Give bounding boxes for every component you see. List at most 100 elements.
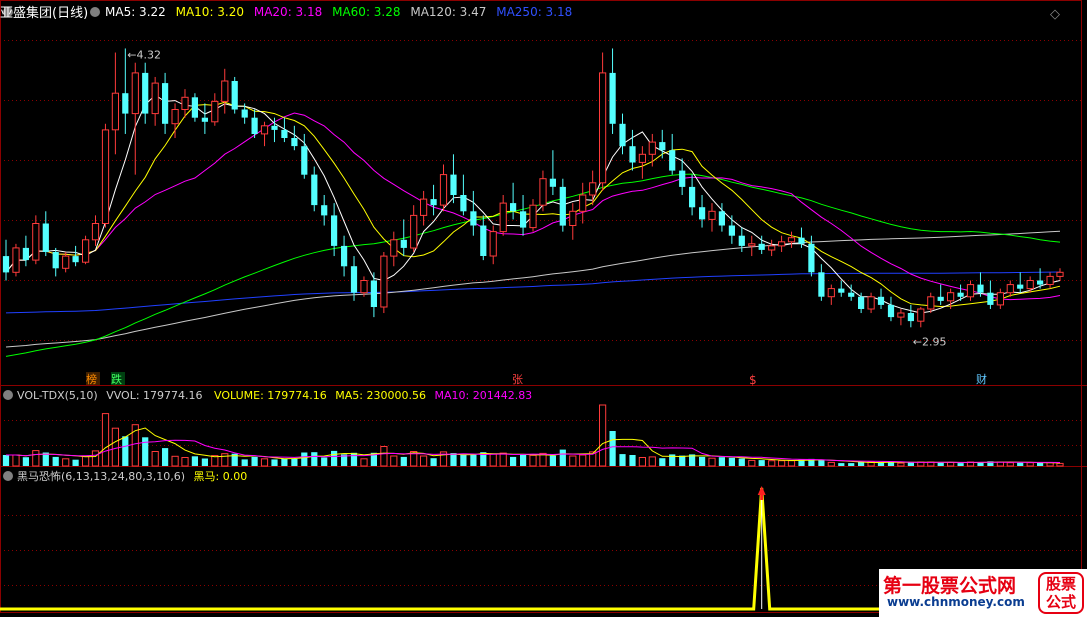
candle[interactable]: [260, 121, 269, 147]
volume-bar[interactable]: [360, 458, 368, 467]
candle[interactable]: [52, 247, 59, 277]
candle[interactable]: [529, 199, 537, 232]
volume-bar[interactable]: [1026, 462, 1034, 467]
candle[interactable]: [659, 129, 666, 159]
volume-bar[interactable]: [827, 461, 835, 467]
collapse-icon[interactable]: ◇: [1050, 7, 1060, 22]
volume-bar[interactable]: [331, 450, 338, 466]
volume-bar[interactable]: [708, 457, 716, 467]
candle[interactable]: [450, 154, 457, 204]
volume-bar[interactable]: [1006, 462, 1014, 467]
volume-bar[interactable]: [62, 458, 70, 467]
volume-bar[interactable]: [260, 458, 269, 467]
volume-bar[interactable]: [897, 462, 905, 467]
volume-bar[interactable]: [499, 452, 507, 467]
volume-bar[interactable]: [430, 458, 437, 466]
candle[interactable]: [689, 174, 696, 216]
volume-bar[interactable]: [937, 462, 944, 466]
candle[interactable]: [480, 215, 487, 261]
volume-bar[interactable]: [2, 455, 10, 466]
candle[interactable]: [91, 215, 100, 246]
candle[interactable]: [559, 178, 566, 232]
candle[interactable]: [887, 296, 895, 322]
volume-bar[interactable]: [52, 456, 59, 466]
candle[interactable]: [420, 190, 428, 226]
candle[interactable]: [380, 251, 388, 314]
candle[interactable]: [470, 190, 477, 236]
stock-chart[interactable]: 亚盛集团(日线) MA5: 3.22 MA10: 3.20 MA20: 3.18…: [0, 0, 1087, 617]
event-tag-dollar[interactable]: $: [749, 373, 757, 387]
candle[interactable]: [539, 170, 547, 212]
volume-bar[interactable]: [251, 456, 258, 466]
volume-bar[interactable]: [718, 457, 725, 466]
candle[interactable]: [460, 174, 467, 216]
candle[interactable]: [897, 308, 905, 326]
event-tag-cai[interactable]: 财: [976, 372, 987, 386]
volume-bar[interactable]: [241, 459, 248, 466]
volume-bar[interactable]: [191, 456, 198, 466]
candle[interactable]: [131, 62, 139, 175]
candle[interactable]: [748, 235, 756, 257]
volume-bar[interactable]: [400, 456, 407, 466]
volume-bar[interactable]: [838, 463, 845, 466]
candle[interactable]: [162, 72, 169, 134]
volume-bar[interactable]: [549, 455, 556, 466]
candle[interactable]: [708, 203, 716, 232]
volume-bar[interactable]: [520, 455, 527, 466]
volume-bar[interactable]: [450, 453, 457, 466]
candle[interactable]: [609, 48, 616, 134]
candle[interactable]: [22, 235, 29, 267]
candle[interactable]: [62, 251, 70, 273]
candle[interactable]: [311, 166, 318, 212]
volume-bar[interactable]: [579, 454, 587, 467]
candle[interactable]: [619, 113, 626, 155]
candle[interactable]: [510, 182, 517, 220]
candle[interactable]: [827, 284, 835, 305]
volume-bar[interactable]: [380, 446, 388, 467]
candle[interactable]: [321, 195, 328, 226]
volume-bar[interactable]: [1017, 462, 1024, 466]
candle[interactable]: [638, 146, 646, 179]
volume-bar[interactable]: [91, 450, 100, 467]
volume-bar[interactable]: [629, 455, 636, 466]
candle[interactable]: [201, 103, 208, 134]
volume-bar[interactable]: [420, 455, 428, 467]
event-tag-die[interactable]: 跌: [111, 372, 122, 386]
heima-panel-menu-icon[interactable]: [3, 471, 13, 481]
candle[interactable]: [32, 215, 40, 265]
volume-bar[interactable]: [151, 451, 159, 467]
candle[interactable]: [101, 123, 110, 228]
volume-bar[interactable]: [659, 458, 666, 466]
volume-bar[interactable]: [489, 453, 497, 467]
volume-bar[interactable]: [291, 458, 298, 466]
volume-bar[interactable]: [559, 449, 566, 466]
candle[interactable]: [82, 235, 90, 265]
volume-bar[interactable]: [947, 461, 955, 467]
volume-bar[interactable]: [12, 454, 20, 467]
candle[interactable]: [907, 304, 914, 328]
candle[interactable]: [2, 239, 10, 281]
vol-panel-menu-icon[interactable]: [3, 390, 13, 400]
candle[interactable]: [966, 280, 975, 301]
volume-bar[interactable]: [1056, 462, 1064, 467]
candle[interactable]: [679, 158, 686, 195]
volume-bar[interactable]: [599, 404, 607, 467]
volume-bar[interactable]: [768, 460, 776, 467]
candle[interactable]: [669, 133, 676, 175]
candle[interactable]: [251, 109, 258, 139]
candle[interactable]: [211, 93, 219, 126]
volume-bar[interactable]: [787, 460, 796, 467]
volume-bar[interactable]: [162, 448, 169, 466]
candle[interactable]: [778, 235, 786, 252]
volume-bar[interactable]: [818, 459, 825, 466]
candle[interactable]: [569, 203, 577, 240]
candle[interactable]: [42, 211, 49, 257]
candle[interactable]: [142, 62, 149, 124]
candle[interactable]: [699, 195, 706, 228]
volume-bar[interactable]: [738, 458, 745, 467]
candle[interactable]: [787, 231, 796, 248]
event-tag-zhang[interactable]: 张: [512, 373, 523, 386]
volume-bar[interactable]: [1037, 462, 1044, 466]
candle[interactable]: [768, 239, 776, 257]
volume-bar[interactable]: [460, 455, 467, 466]
